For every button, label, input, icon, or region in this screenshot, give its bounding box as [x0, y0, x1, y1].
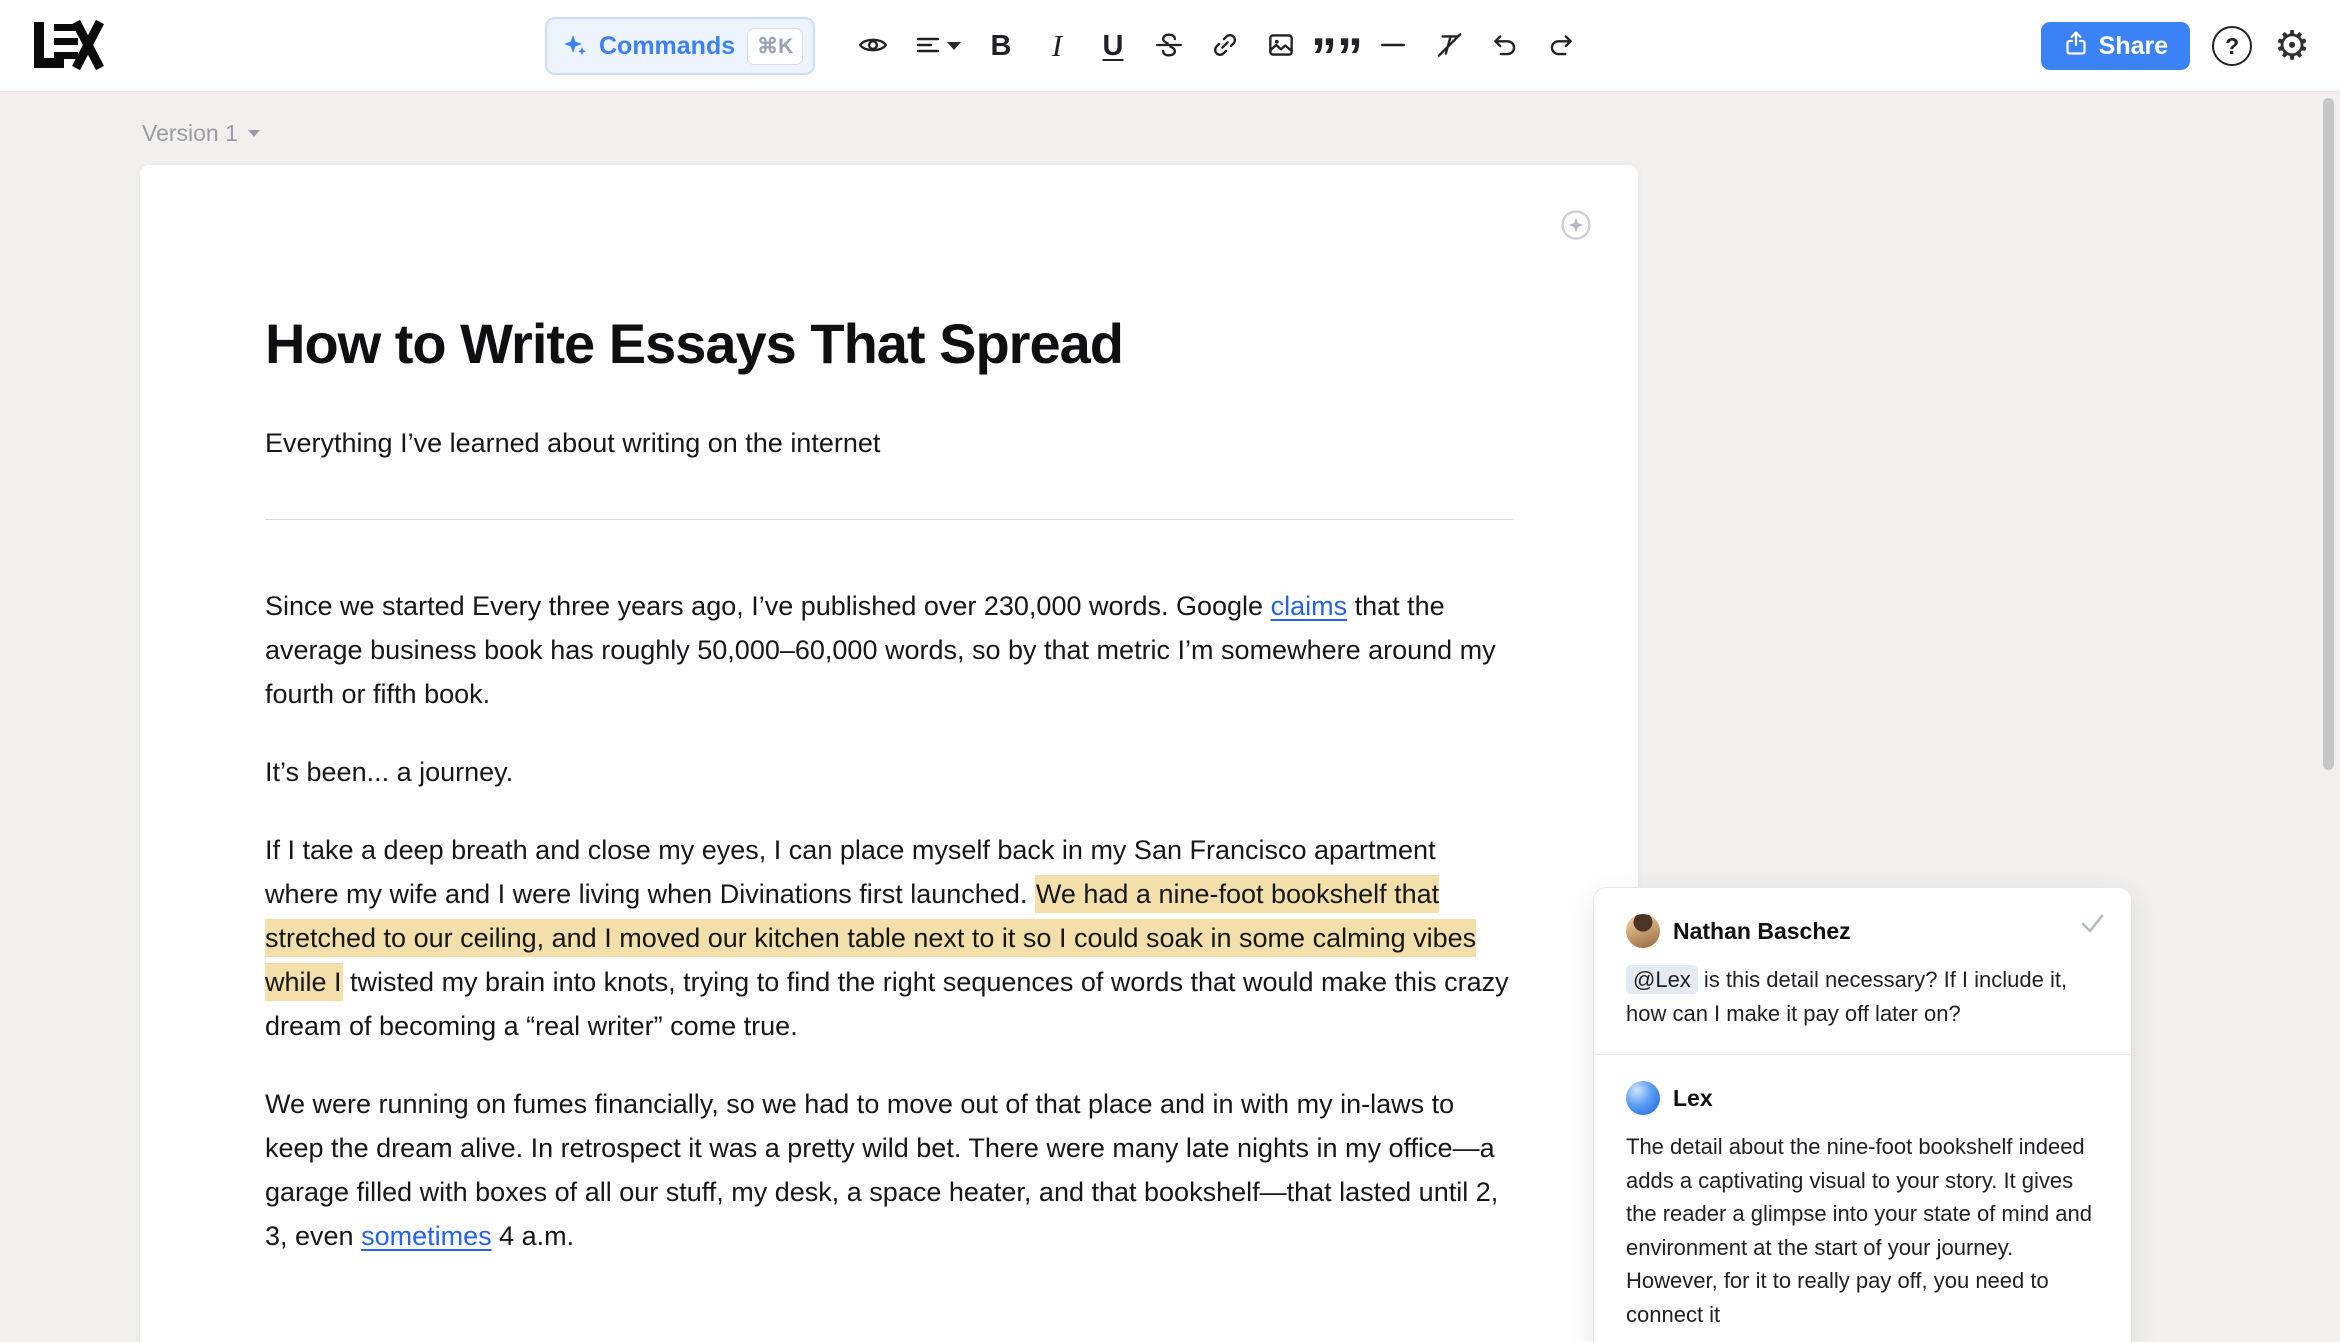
text-run: twisted my brain into knots, trying to f… [265, 967, 1509, 1041]
document-body: Since we started Every three years ago, … [265, 584, 1513, 1258]
text-align-button[interactable] [906, 22, 968, 70]
bold-button[interactable]: B [978, 22, 1024, 70]
lex-logo-icon[interactable] [30, 18, 104, 77]
share-label: Share [2099, 32, 2168, 61]
text-run: The detail about the nine-foot bookshelf… [1626, 1134, 2092, 1327]
undo-icon [1489, 29, 1521, 64]
blockquote-button[interactable]: ”” [1314, 22, 1360, 70]
align-left-icon [913, 30, 943, 63]
eye-icon [857, 29, 889, 64]
gear-icon: ⚙ [2274, 24, 2310, 68]
lex-avatar [1626, 1081, 1660, 1115]
clear-formatting-icon [1433, 29, 1465, 64]
editor-canvas: Version 1 How to Write Essays That Sprea… [0, 92, 2340, 1342]
inline-link[interactable]: sometimes [361, 1221, 492, 1251]
comment-body: The detail about the nine-foot bookshelf… [1626, 1130, 2099, 1331]
formatting-toolbar: B I U ”” [850, 22, 1584, 70]
inline-link[interactable]: claims [1271, 591, 1348, 621]
sparkle-icon [563, 33, 587, 60]
help-button[interactable]: ? [2212, 26, 2252, 66]
link-button[interactable] [1202, 22, 1248, 70]
version-label: Version 1 [142, 120, 238, 147]
document-ai-check-button[interactable] [1554, 203, 1598, 250]
underline-button[interactable]: U [1090, 22, 1136, 70]
document-title[interactable]: How to Write Essays That Spread [265, 311, 1513, 376]
commands-label: Commands [599, 32, 735, 61]
text-run: It’s been... a journey. [265, 757, 513, 787]
commands-shortcut-badge: ⌘K [747, 28, 803, 65]
redo-icon [1545, 29, 1577, 64]
paragraph[interactable]: We were running on fumes financially, so… [265, 1082, 1513, 1258]
clear-formatting-button[interactable] [1426, 22, 1472, 70]
strikethrough-icon [1153, 29, 1185, 64]
strikethrough-button[interactable] [1146, 22, 1192, 70]
text-run: Since we started Every three years ago, … [265, 591, 1271, 621]
topbar: Commands ⌘K B I U ”” [0, 0, 2340, 92]
document-subtitle[interactable]: Everything I’ve learned about writing on… [265, 428, 1513, 459]
image-button[interactable] [1258, 22, 1304, 70]
avatar [1626, 914, 1660, 948]
document-content: How to Write Essays That Spread Everythi… [140, 165, 1638, 1258]
comment-author: Nathan Baschez [1673, 918, 1851, 945]
horizontal-rule-button[interactable] [1370, 22, 1416, 70]
redo-button[interactable] [1538, 22, 1584, 70]
version-selector[interactable]: Version 1 [142, 120, 260, 147]
comment-header: Nathan Baschez [1626, 914, 2099, 948]
topbar-right-cluster: Share ? ⚙ [2041, 22, 2310, 70]
horizontal-rule-icon [1377, 29, 1409, 64]
comment-header: Lex [1626, 1081, 2099, 1115]
undo-button[interactable] [1482, 22, 1528, 70]
comment-author: Lex [1673, 1085, 1713, 1112]
paragraph[interactable]: It’s been... a journey. [265, 750, 1513, 794]
comment-thread: Nathan Baschez @Lex is this detail neces… [1594, 888, 2131, 1342]
link-icon [1209, 29, 1241, 64]
vertical-scrollbar[interactable] [2323, 98, 2334, 770]
bold-icon: B [991, 30, 1012, 63]
share-button[interactable]: Share [2041, 22, 2190, 70]
paragraph[interactable]: If I take a deep breath and close my eye… [265, 828, 1513, 1048]
mention-chip: @Lex [1626, 965, 1698, 994]
chevron-down-icon [947, 42, 961, 50]
comment: Lex The detail about the nine-foot books… [1594, 1055, 2131, 1335]
comment-body: @Lex is this detail necessary? If I incl… [1626, 963, 2099, 1030]
comment: Nathan Baschez @Lex is this detail neces… [1594, 888, 2131, 1034]
commands-button[interactable]: Commands ⌘K [545, 17, 815, 75]
italic-button[interactable]: I [1034, 22, 1080, 70]
preview-button[interactable] [850, 22, 896, 70]
chevron-down-icon [248, 130, 260, 137]
quote-icon: ”” [1311, 30, 1363, 62]
text-run: 4 a.m. [492, 1221, 575, 1251]
question-icon: ? [2225, 33, 2239, 60]
underline-icon: U [1103, 30, 1124, 63]
italic-icon: I [1052, 28, 1062, 64]
share-icon [2063, 30, 2089, 63]
document-divider [265, 519, 1513, 520]
settings-button[interactable]: ⚙ [2274, 26, 2310, 66]
document-card: How to Write Essays That Spread Everythi… [139, 164, 1639, 1342]
image-icon [1265, 29, 1297, 64]
paragraph[interactable]: Since we started Every three years ago, … [265, 584, 1513, 716]
